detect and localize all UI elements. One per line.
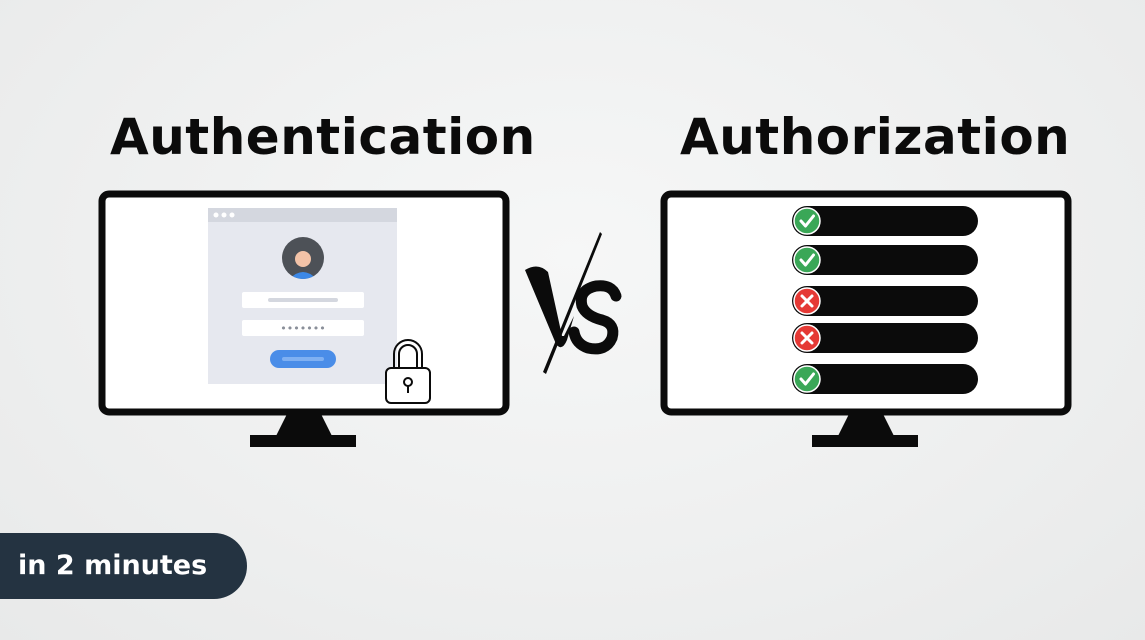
monitor-base [812, 435, 918, 447]
window-dot [229, 212, 235, 218]
monitor-stand [276, 412, 332, 436]
check-circle-icon [793, 246, 821, 274]
x-circle-icon [793, 287, 821, 315]
authorization-title: Authorization [680, 108, 1071, 166]
letter-s [568, 280, 622, 355]
letter-v [525, 266, 574, 348]
window-dot [221, 212, 227, 218]
versus-mark [525, 232, 622, 374]
authentication-title: Authentication [110, 108, 536, 166]
x-circle-icon [793, 324, 821, 352]
authorization-monitor [660, 190, 1072, 447]
permission-row [792, 286, 978, 316]
login-window: ••••••• [208, 208, 397, 384]
duration-badge-label: in 2 minutes [18, 550, 208, 581]
permission-row [792, 206, 978, 236]
permission-row [792, 364, 978, 394]
monitor-base [250, 435, 356, 447]
window-dot [213, 212, 219, 218]
password-mask: ••••••• [280, 322, 325, 335]
login-window-titlebar [208, 208, 397, 222]
authentication-monitor: ••••••• [98, 190, 510, 447]
permission-row [792, 245, 978, 275]
duration-badge: in 2 minutes [0, 533, 247, 599]
permission-row [792, 323, 978, 353]
username-placeholder-line [268, 298, 338, 302]
check-circle-icon [793, 365, 821, 393]
login-button-label-line [282, 357, 324, 361]
monitor-stand [838, 412, 894, 436]
permission-list [792, 206, 978, 394]
check-circle-icon [793, 207, 821, 235]
